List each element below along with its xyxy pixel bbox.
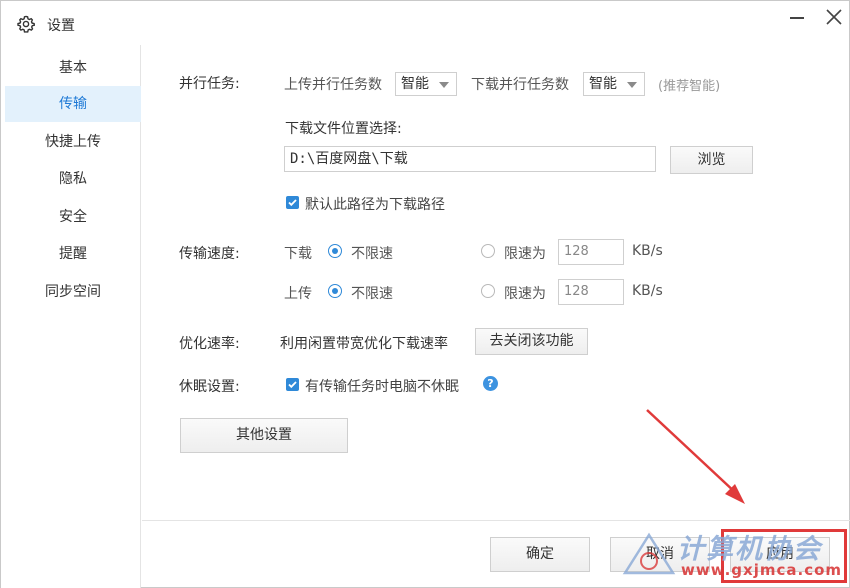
sidebar-item-sync-space[interactable]: 同步空间: [5, 274, 141, 310]
download-location-label: 下载文件位置选择:: [285, 121, 402, 137]
default-path-label: 默认此路径为下载路径: [305, 197, 445, 213]
download-parallel-value: 智能: [589, 76, 617, 92]
recommend-hint: (推荐智能): [658, 79, 721, 94]
upload-limit-radio[interactable]: [481, 284, 495, 298]
apply-highlight-box: [721, 529, 847, 583]
download-unlimited-label: 不限速: [351, 246, 393, 262]
title-bar: 设置: [1, 1, 849, 45]
ok-button[interactable]: 确定: [490, 537, 590, 572]
download-unlimited-radio[interactable]: [328, 244, 342, 258]
no-sleep-checkbox[interactable]: [286, 378, 299, 391]
download-path-input[interactable]: D:\百度网盘\下载: [284, 146, 656, 172]
upload-unlimited-label: 不限速: [351, 286, 393, 302]
annotation-arrow: [646, 409, 745, 504]
optimize-rate-label: 优化速率:: [179, 336, 240, 352]
default-path-checkbox[interactable]: [286, 196, 299, 209]
sidebar-item-transfer[interactable]: 传输: [5, 86, 141, 122]
minimize-icon[interactable]: [785, 5, 811, 31]
sidebar-item-security[interactable]: 安全: [5, 199, 141, 235]
close-icon[interactable]: [821, 5, 847, 31]
upload-speed-unit: KB/s: [632, 283, 663, 299]
upload-parallel-label: 上传并行任务数: [284, 77, 382, 93]
optimize-rate-description: 利用闲置带宽优化下载速率: [280, 336, 448, 352]
gear-icon: [17, 15, 36, 33]
download-parallel-select[interactable]: 智能: [583, 72, 645, 96]
upload-speed-label: 上传: [284, 286, 312, 302]
window-title: 设置: [47, 18, 75, 34]
no-sleep-label: 有传输任务时电脑不休眠: [305, 379, 459, 395]
sidebar-item-quick-upload[interactable]: 快捷上传: [5, 124, 141, 160]
sleep-settings-label: 休眠设置:: [179, 379, 240, 395]
download-speed-unit: KB/s: [632, 243, 663, 259]
download-speed-label: 下载: [284, 246, 312, 262]
cancel-button[interactable]: 取消: [610, 537, 710, 572]
footer-divider: [142, 520, 850, 521]
disable-optimize-button[interactable]: 去关闭该功能: [475, 328, 588, 355]
settings-window: 设置 基本 传输 快捷上传 隐私 安全 提醒 同步空间 并行任务: 上传并行任务…: [0, 0, 850, 588]
upload-limit-input[interactable]: 128: [558, 279, 624, 305]
sidebar-item-reminder[interactable]: 提醒: [5, 236, 141, 272]
browse-button[interactable]: 浏览: [670, 146, 753, 174]
sidebar-item-basic[interactable]: 基本: [5, 50, 141, 86]
settings-sidebar: 基本 传输 快捷上传 隐私 安全 提醒 同步空间: [1, 45, 141, 588]
chevron-down-icon: [627, 82, 637, 88]
upload-parallel-select[interactable]: 智能: [395, 72, 457, 96]
sidebar-item-privacy[interactable]: 隐私: [5, 161, 141, 197]
download-limit-radio[interactable]: [481, 244, 495, 258]
upload-limit-label: 限速为: [504, 286, 546, 302]
download-limit-label: 限速为: [504, 246, 546, 262]
parallel-tasks-label: 并行任务:: [179, 76, 240, 92]
help-icon[interactable]: ?: [483, 376, 498, 391]
upload-unlimited-radio[interactable]: [328, 284, 342, 298]
upload-parallel-value: 智能: [401, 76, 429, 92]
chevron-down-icon: [439, 82, 449, 88]
other-settings-button[interactable]: 其他设置: [180, 418, 348, 453]
transfer-speed-label: 传输速度:: [179, 246, 240, 262]
download-parallel-label: 下载并行任务数: [471, 77, 569, 93]
download-limit-input[interactable]: 128: [558, 239, 624, 265]
